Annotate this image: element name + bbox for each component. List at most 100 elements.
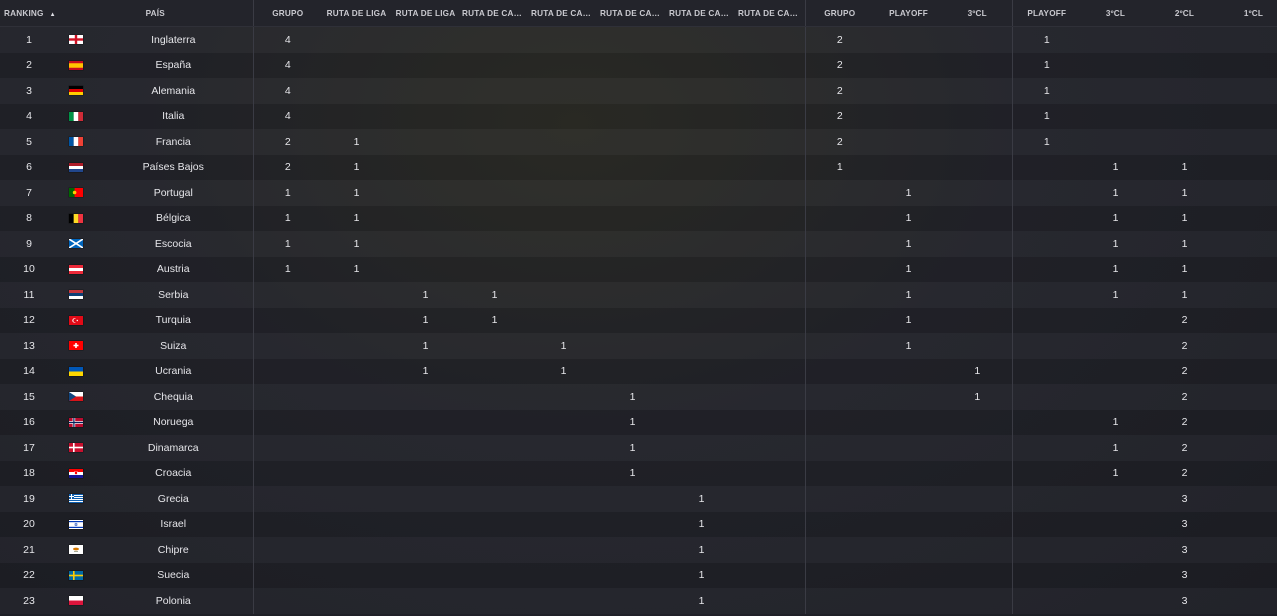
cell-first-cl [1219,154,1277,180]
table-row[interactable]: 21 Chipre 1 3 [0,537,1277,563]
country-name[interactable]: Ucrania [94,358,253,384]
rank-cell: 21 [0,537,58,563]
cell-third-cl-1 [943,205,1012,231]
country-name[interactable]: Países Bajos [94,154,253,180]
country-name[interactable]: Portugal [94,180,253,206]
country-name[interactable]: Croacia [94,460,253,486]
country-name[interactable]: Italia [94,103,253,129]
coefficient-table-panel: RANKING ▲ PAÍS GRUPO RUTA DE LIGA RUTA DE LIG… [0,0,1277,616]
table-row[interactable]: 12 Turquia 1 1 1 2 [0,307,1277,333]
column-header-third-cl-2[interactable]: 3ºCL [1081,0,1150,27]
flag-cell [58,154,94,180]
table-row[interactable]: 18 Croacia 1 1 2 [0,460,1277,486]
cell-champions-path-1 [460,562,529,588]
country-name[interactable]: Polonia [94,588,253,614]
column-header-third-cl-1[interactable]: 3ºCL [943,0,1012,27]
country-name[interactable]: Turquia [94,307,253,333]
cell-third-cl-2: 1 [1081,460,1150,486]
cell-league-path-2 [391,180,460,206]
flag-cell [58,358,94,384]
cell-group [252,307,322,333]
cell-second-cl: 1 [1150,180,1219,206]
cell-third-cl-2 [1081,52,1150,78]
table-row[interactable]: 6 Países Bajos 2 1 1 1 1 [0,154,1277,180]
cell-league-path-1 [322,537,391,563]
country-name[interactable]: España [94,52,253,78]
table-row[interactable]: 17 Dinamarca 1 1 2 [0,435,1277,461]
cell-champions-path-1 [460,154,529,180]
cell-third-cl-1 [943,52,1012,78]
flag-alemania-icon [69,85,83,97]
table-row[interactable]: 19 Grecia 1 3 [0,486,1277,512]
country-name[interactable]: Bélgica [94,205,253,231]
column-header-league-path-2[interactable]: RUTA DE LIGA [391,0,460,27]
cell-group-2 [804,435,874,461]
column-header-champions-path-1[interactable]: RUTA DE CAMP... [460,0,529,27]
cell-third-cl-1 [943,231,1012,257]
table-row[interactable]: 20 Israel 1 3 [0,511,1277,537]
column-header-champions-path-3[interactable]: RUTA DE CAMP... [598,0,667,27]
country-name[interactable]: Suiza [94,333,253,359]
column-header-group[interactable]: GRUPO [252,0,322,27]
column-header-champions-path-4[interactable]: RUTA DE CAMP... [667,0,736,27]
column-header-league-path-1[interactable]: RUTA DE LIGA [322,0,391,27]
cell-third-cl-2: 1 [1081,205,1150,231]
table-row[interactable]: 14 Ucrania 1 1 1 2 [0,358,1277,384]
flag-cell [58,256,94,282]
column-header-first-cl[interactable]: 1ºCL [1219,0,1277,27]
table-row[interactable]: 5 Francia 2 1 2 1 [0,129,1277,155]
cell-champions-path-2 [529,384,598,410]
column-header-playoff-2[interactable]: PLAYOFF [1011,0,1081,27]
table-row[interactable]: 13 Suiza 1 1 1 2 [0,333,1277,359]
table-row[interactable]: 2 España 4 2 1 [0,52,1277,78]
cell-first-cl [1219,27,1277,53]
table-row[interactable]: 1 Inglaterra 4 2 1 [0,26,1277,53]
table-row[interactable]: 16 Noruega 1 1 2 [0,409,1277,435]
country-name[interactable]: Suecia [94,562,253,588]
country-name[interactable]: Dinamarca [94,435,253,461]
country-name[interactable]: Alemania [94,78,253,104]
column-header-playoff-1[interactable]: PLAYOFF [874,0,943,27]
cell-playoff-1 [874,588,943,614]
cell-first-cl [1219,486,1277,512]
column-header-country[interactable]: PAÍS [58,0,253,27]
table-row[interactable]: 23 Polonia 1 3 [0,588,1277,614]
country-name[interactable]: Escocia [94,231,253,257]
flag-grecia-icon [69,493,83,505]
cell-group [252,333,322,359]
table-row[interactable]: 9 Escocia 1 1 1 1 1 [0,231,1277,257]
cell-league-path-1: 1 [322,205,391,231]
cell-first-cl [1219,435,1277,461]
column-header-ranking[interactable]: RANKING ▲ [0,0,58,27]
table-row[interactable]: 10 Austria 1 1 1 1 1 [0,256,1277,282]
country-name[interactable]: Israel [94,511,253,537]
country-name[interactable]: Noruega [94,409,253,435]
country-name[interactable]: Austria [94,256,253,282]
sort-ascending-icon[interactable]: ▲ [50,12,56,18]
cell-champions-path-3 [598,537,667,563]
table-row[interactable]: 11 Serbia 1 1 1 1 1 [0,282,1277,308]
cell-champions-path-1 [460,435,529,461]
cell-champions-path-4 [667,282,736,308]
column-header-group-2[interactable]: GRUPO [804,0,874,27]
table-row[interactable]: 4 Italia 4 2 1 [0,103,1277,129]
country-name[interactable]: Inglaterra [94,27,253,53]
cell-group-2 [804,205,874,231]
table-row[interactable]: 15 Chequia 1 1 2 [0,384,1277,410]
column-header-second-cl[interactable]: 2ºCL [1150,0,1219,27]
table-row[interactable]: 7 Portugal 1 1 1 1 1 [0,180,1277,206]
country-name[interactable]: Chipre [94,537,253,563]
country-name[interactable]: Francia [94,129,253,155]
country-name[interactable]: Chequia [94,384,253,410]
cell-champions-path-3: 1 [598,435,667,461]
column-header-champions-path-2[interactable]: RUTA DE CAMP... [529,0,598,27]
cell-league-path-2 [391,52,460,78]
country-name[interactable]: Serbia [94,282,253,308]
column-header-champions-path-5[interactable]: RUTA DE CAMP... [736,0,805,27]
table-row[interactable]: 22 Suecia 1 3 [0,562,1277,588]
table-row[interactable]: 3 Alemania 4 2 1 [0,78,1277,104]
cell-second-cl: 1 [1150,205,1219,231]
flag-cell [58,52,94,78]
table-row[interactable]: 8 Bélgica 1 1 1 1 1 [0,205,1277,231]
country-name[interactable]: Grecia [94,486,253,512]
